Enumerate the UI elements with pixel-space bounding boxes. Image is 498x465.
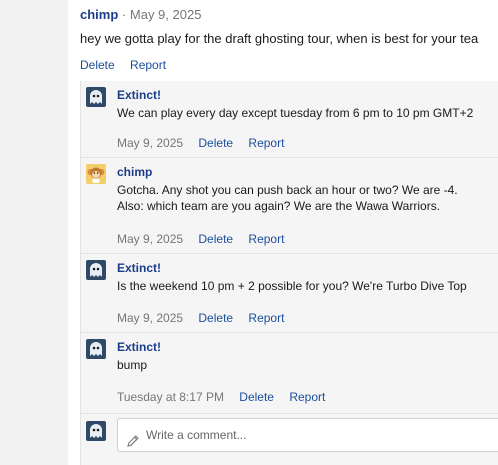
pencil-icon	[126, 428, 140, 447]
report-link[interactable]: Report	[248, 232, 284, 246]
reply-line: Is the weekend 10 pm + 2 possible for yo…	[117, 279, 467, 293]
separator: ·	[121, 7, 127, 22]
delete-link[interactable]: Delete	[239, 390, 274, 404]
reply-author[interactable]: Extinct!	[117, 88, 161, 102]
reply-actions: May 9, 2025 Delete Report	[117, 136, 296, 150]
report-link[interactable]: Report	[130, 58, 166, 72]
reply-date: Tuesday at 8:17 PM	[117, 390, 224, 404]
delete-link[interactable]: Delete	[198, 311, 233, 325]
comment-input[interactable]: Write a comment...	[117, 418, 498, 452]
delete-link[interactable]: Delete	[198, 232, 233, 246]
post-body: hey we gotta play for the draft ghosting…	[80, 31, 479, 46]
report-link[interactable]: Report	[248, 311, 284, 325]
post-date: May 9, 2025	[129, 7, 202, 22]
reply-line: We can play every day except tuesday fro…	[117, 106, 474, 120]
reply-actions: Tuesday at 8:17 PM Delete Report	[117, 390, 337, 404]
reply-line: Gotcha. Any shot you can push back an ho…	[117, 183, 458, 197]
reply-author[interactable]: chimp	[117, 165, 152, 179]
post-actions: Delete Report	[80, 58, 178, 72]
reply-text: Is the weekend 10 pm + 2 possible for yo…	[117, 278, 467, 294]
reply-author[interactable]: Extinct!	[117, 261, 161, 275]
post-header: chimp · May 9, 2025	[80, 7, 201, 22]
reply-actions: May 9, 2025 Delete Report	[117, 311, 296, 325]
post-author[interactable]: chimp	[80, 7, 118, 22]
reply-author[interactable]: Extinct!	[117, 340, 161, 354]
comment-thread: chimp · May 9, 2025 hey we gotta play fo…	[68, 0, 498, 465]
reply-item: Extinct! bump Tuesday at 8:17 PM Delete …	[81, 333, 498, 414]
delete-link[interactable]: Delete	[198, 136, 233, 150]
replies-section: Extinct! We can play every day except tu…	[80, 81, 498, 465]
delete-link[interactable]: Delete	[80, 58, 115, 72]
report-link[interactable]: Report	[248, 136, 284, 150]
reply-line: bump	[117, 358, 148, 372]
report-link[interactable]: Report	[289, 390, 325, 404]
reply-text: Gotcha. Any shot you can push back an ho…	[117, 182, 458, 214]
reply-item: Extinct! Is the weekend 10 pm + 2 possib…	[81, 254, 498, 333]
reply-item: Extinct! We can play every day except tu…	[81, 81, 498, 158]
reply-item: chimp Gotcha. Any shot you can push back…	[81, 158, 498, 254]
reply-line: Also: which team are you again? We are t…	[117, 199, 441, 213]
left-gutter	[0, 0, 69, 465]
ghost-avatar-icon[interactable]	[86, 260, 106, 280]
reply-date: May 9, 2025	[117, 232, 184, 246]
reply-date: May 9, 2025	[117, 311, 184, 325]
ghost-avatar-icon[interactable]	[86, 87, 106, 107]
ghost-avatar-icon[interactable]	[86, 339, 106, 359]
comment-placeholder: Write a comment...	[146, 428, 247, 442]
reply-date: May 9, 2025	[117, 136, 184, 150]
reply-actions: May 9, 2025 Delete Report	[117, 232, 296, 246]
comment-composer: Write a comment...	[81, 416, 498, 465]
monkey-avatar-icon[interactable]	[86, 164, 106, 184]
ghost-avatar-icon	[86, 421, 106, 441]
reply-text: bump	[117, 357, 147, 373]
reply-text: We can play every day except tuesday fro…	[117, 105, 473, 121]
